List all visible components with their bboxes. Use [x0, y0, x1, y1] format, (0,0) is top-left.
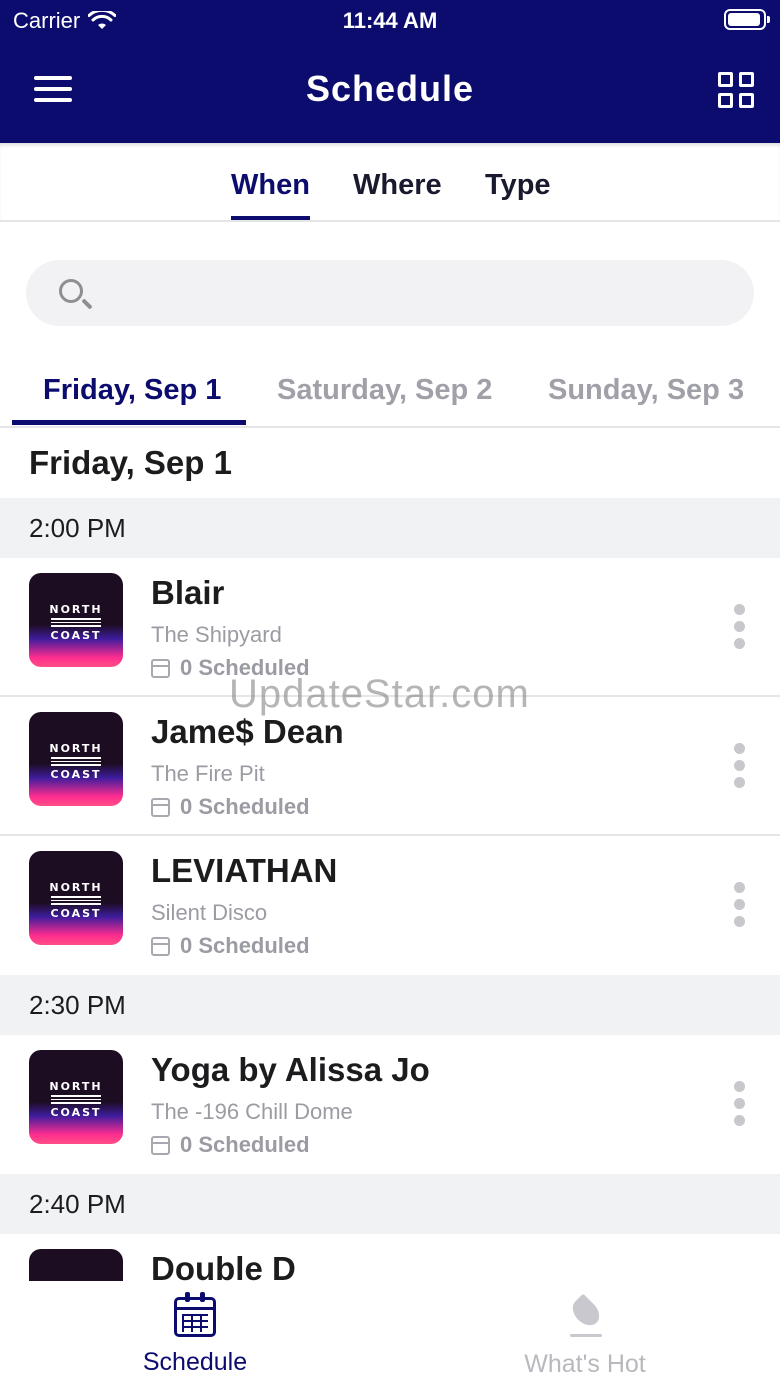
active-day-indicator — [12, 420, 246, 425]
more-options-icon[interactable] — [734, 882, 746, 928]
time-header: 2:00 PM — [0, 498, 780, 558]
event-thumbnail: NORTH COAST — [29, 851, 123, 945]
more-options-icon[interactable] — [734, 743, 746, 789]
event-row[interactable]: NORTH COAST LEVIATHAN Silent Disco 0 Sche… — [0, 836, 780, 975]
scheduled-count: 0 Scheduled — [180, 655, 310, 680]
tab-day-2[interactable]: Saturday, Sep 2 — [277, 374, 492, 407]
event-row[interactable]: NORTH COAST Yoga by Alissa Jo The -196 Ch… — [0, 1035, 780, 1174]
logo-line1: NORTH — [49, 742, 103, 755]
logo-line2: COAST — [50, 629, 102, 642]
event-thumbnail: NORTH COAST — [29, 573, 123, 667]
tab-where[interactable]: Where — [353, 169, 442, 216]
status-bar: Carrier 11:44 AM — [0, 0, 780, 40]
event-row[interactable]: NORTH COAST Blair The Shipyard 0 Schedule… — [0, 558, 780, 697]
logo-line1: NORTH — [49, 603, 103, 616]
event-title: Yoga by Alissa Jo — [151, 1051, 430, 1088]
more-options-icon[interactable] — [734, 604, 746, 650]
logo-line2: COAST — [50, 1106, 102, 1119]
logo-line2: COAST — [50, 768, 102, 781]
tab-type[interactable]: Type — [485, 169, 551, 216]
event-row[interactable]: NORTH COAST Jame$ Dean The Fire Pit 0 Sch… — [0, 697, 780, 836]
flame-icon — [570, 1295, 602, 1339]
tab-whats-hot-label: What's Hot — [524, 1350, 646, 1378]
page-title: Schedule — [305, 68, 475, 109]
event-title: LEVIATHAN — [151, 852, 338, 889]
calendar-icon — [151, 1135, 170, 1155]
event-scheduled: 0 Scheduled — [151, 655, 310, 681]
search-input[interactable] — [106, 270, 726, 316]
status-time: 11:44 AM — [342, 8, 438, 33]
event-title: Double D — [151, 1250, 296, 1281]
logo-line2: COAST — [50, 907, 102, 920]
tab-day-1[interactable]: Friday, Sep 1 — [43, 374, 221, 407]
event-scheduled: 0 Scheduled — [151, 1132, 310, 1158]
event-title: Jame$ Dean — [151, 713, 344, 750]
event-thumbnail: NORTH COAST — [29, 1050, 123, 1144]
top-bar: Carrier 11:44 AM Schedule — [0, 0, 780, 143]
calendar-icon — [151, 658, 170, 678]
calendar-icon — [151, 797, 170, 817]
time-header: 2:40 PM — [0, 1174, 780, 1234]
event-row[interactable]: Double D — [0, 1234, 780, 1281]
day-tabs: Friday, Sep 1 Saturday, Sep 2 Sunday, Se… — [0, 352, 780, 428]
time-header: 2:30 PM — [0, 975, 780, 1035]
logo-line1: NORTH — [49, 1080, 103, 1093]
logo-line1: NORTH — [49, 881, 103, 894]
event-thumbnail — [29, 1249, 123, 1281]
tab-day-3[interactable]: Sunday, Sep 3 — [548, 374, 744, 407]
calendar-icon — [174, 1292, 216, 1337]
calendar-icon — [151, 936, 170, 956]
scheduled-count: 0 Scheduled — [180, 933, 310, 958]
event-scheduled: 0 Scheduled — [151, 933, 310, 959]
battery-icon — [724, 9, 770, 30]
event-location: Silent Disco — [151, 900, 268, 925]
more-options-icon[interactable] — [734, 1081, 746, 1127]
search-bar[interactable] — [26, 260, 754, 326]
bottom-tab-bar: Schedule What's Hot — [0, 1281, 780, 1387]
schedule-list[interactable]: 2:00 PM NORTH COAST Blair The Shipyard 0 … — [0, 498, 780, 1281]
tab-schedule-label: Schedule — [142, 1348, 248, 1376]
scheduled-count: 0 Scheduled — [180, 1132, 310, 1157]
scheduled-count: 0 Scheduled — [180, 794, 310, 819]
event-thumbnail: NORTH COAST — [29, 712, 123, 806]
event-location: The -196 Chill Dome — [151, 1099, 353, 1124]
event-location: The Fire Pit — [151, 761, 265, 786]
tab-whats-hot[interactable]: What's Hot — [455, 1295, 715, 1379]
grid-view-icon[interactable] — [718, 72, 754, 108]
tab-schedule[interactable]: Schedule — [65, 1292, 325, 1377]
event-scheduled: 0 Scheduled — [151, 794, 310, 820]
search-icon — [59, 279, 83, 303]
day-heading: Friday, Sep 1 — [29, 444, 232, 481]
filter-tabs: When Where Type — [0, 143, 780, 222]
event-location: The Shipyard — [151, 622, 282, 647]
event-title: Blair — [151, 574, 225, 611]
tab-when[interactable]: When — [231, 169, 310, 220]
